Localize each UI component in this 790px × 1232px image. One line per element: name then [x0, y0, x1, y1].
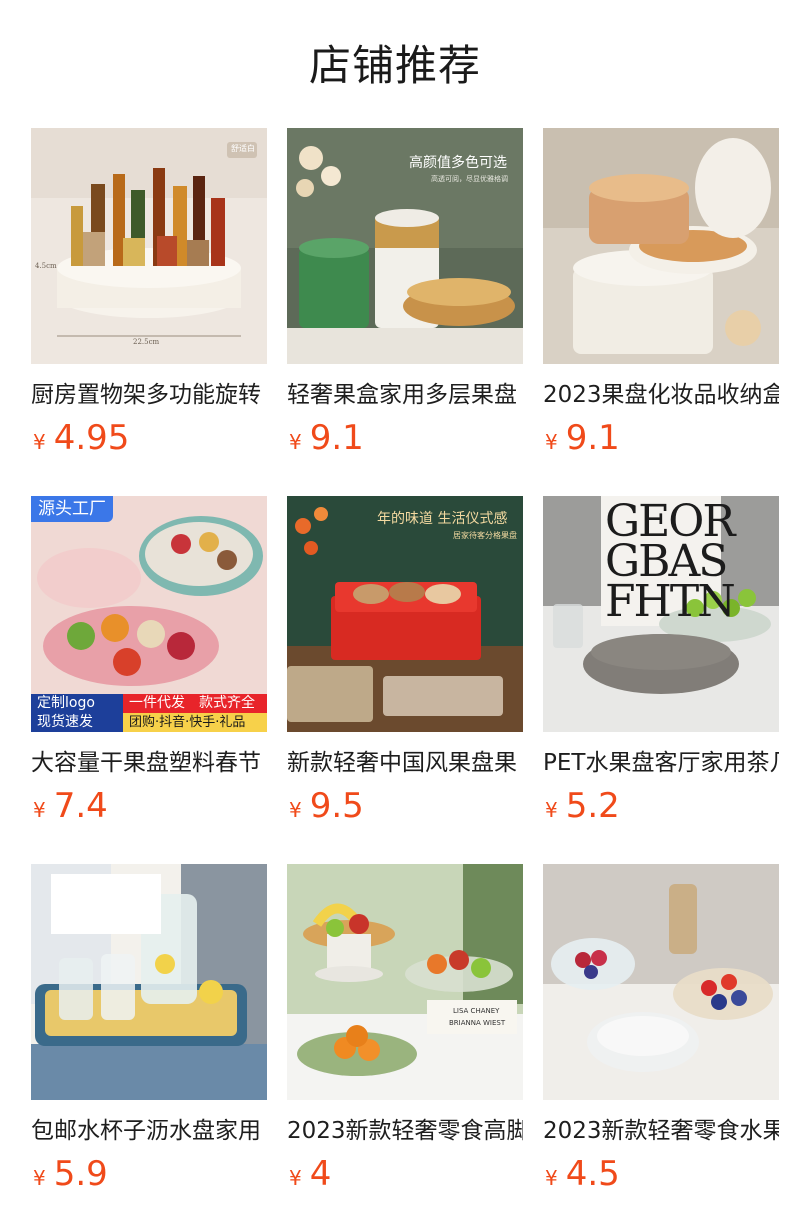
price-value: 4 [309, 1154, 332, 1194]
product-price: ¥4.95 [33, 418, 129, 458]
currency-symbol: ¥ [289, 1166, 302, 1190]
product-name[interactable]: 轻奢果盒家用多层果盘 [287, 378, 523, 414]
price-value: 5.2 [565, 786, 620, 826]
product-price: ¥7.4 [33, 786, 108, 826]
product-card[interactable]: 2023果盘化妆品收纳盒 ¥9.1 [543, 128, 779, 468]
product-price: ¥9.5 [289, 786, 364, 826]
price-value: 9.5 [309, 786, 364, 826]
product-name[interactable]: 厨房置物架多功能旋转 [31, 378, 267, 414]
promo-text: 现货速发 [37, 714, 93, 730]
currency-symbol: ¥ [33, 798, 46, 822]
book-title: LISA CHANEY [453, 1007, 500, 1015]
product-image[interactable]: GEOR GBAS FHTN [543, 496, 779, 732]
currency-symbol: ¥ [545, 1166, 558, 1190]
factory-badge: 源头工厂 [31, 496, 113, 522]
poster-art: GEOR GBAS FHTN [605, 500, 736, 627]
image-label: 舒适白 [231, 144, 255, 153]
product-image[interactable] [31, 864, 267, 1100]
page-title: 店铺推荐 [308, 41, 481, 90]
currency-symbol: ¥ [33, 430, 46, 454]
promo-strip: 定制logo 现货速发 一件代发 款式齐全 团购·抖音·快手·礼品 [31, 694, 267, 732]
price-value: 4.95 [53, 418, 130, 458]
product-image[interactable] [543, 864, 779, 1100]
product-name[interactable]: PET水果盘客厅家用茶几 [543, 746, 779, 782]
product-price: ¥4 [289, 1154, 331, 1194]
product-name[interactable]: 2023果盘化妆品收纳盒 [543, 378, 779, 414]
currency-symbol: ¥ [289, 798, 302, 822]
promo-text: 一件代发 [129, 695, 185, 711]
product-name[interactable]: 2023新款轻奢零食高脚 [287, 1114, 523, 1150]
product-name[interactable]: 新款轻奢中国风果盘果 [287, 746, 523, 782]
product-card[interactable]: 高颜值多色可选 高透可阅，尽显优雅格调 轻奢果盒家用多层果盘 ¥9.1 [287, 128, 523, 468]
promo-text: 定制logo [37, 695, 95, 711]
product-price: ¥4.5 [545, 1154, 620, 1194]
product-card[interactable]: 舒适白 22.5cm 4.5cm 厨房置物架多功能旋转 ¥4.95 [31, 128, 267, 468]
product-card[interactable]: 源头工厂 定制logo 现货速发 一件代发 款式齐全 团购·抖音·快手·礼品 大… [31, 496, 267, 836]
book-title: BRIANNA WIEST [449, 1019, 506, 1027]
product-image[interactable]: 舒适白 22.5cm 4.5cm [31, 128, 267, 364]
price-value: 7.4 [53, 786, 108, 826]
product-name[interactable]: 2023新款轻奢零食水果 [543, 1114, 779, 1150]
image-headline: 年的味道 生活仪式感 [377, 511, 508, 527]
price-value: 4.5 [565, 1154, 620, 1194]
currency-symbol: ¥ [545, 430, 558, 454]
price-value: 5.9 [53, 1154, 108, 1194]
product-image[interactable]: 源头工厂 定制logo 现货速发 一件代发 款式齐全 团购·抖音·快手·礼品 [31, 496, 267, 732]
product-name[interactable]: 大容量干果盘塑料春节 [31, 746, 267, 782]
currency-symbol: ¥ [33, 1166, 46, 1190]
image-headline: 高颜值多色可选 [409, 155, 507, 171]
image-subline: 居家待客分格果盘 [453, 531, 517, 540]
product-price: ¥5.9 [33, 1154, 108, 1194]
price-value: 9.1 [565, 418, 620, 458]
product-card[interactable]: LISA CHANEY BRIANNA WIEST 2023新款轻奢零食高脚 ¥… [287, 864, 523, 1204]
image-subline: 高透可阅，尽显优雅格调 [431, 175, 508, 183]
product-name[interactable]: 包邮水杯子沥水盘家用 [31, 1114, 267, 1150]
image-dimension-label: 22.5cm [133, 338, 160, 346]
product-card[interactable]: 包邮水杯子沥水盘家用 ¥5.9 [31, 864, 267, 1204]
product-price: ¥9.1 [545, 418, 620, 458]
product-image[interactable]: LISA CHANEY BRIANNA WIEST [287, 864, 523, 1100]
product-image[interactable]: 高颜值多色可选 高透可阅，尽显优雅格调 [287, 128, 523, 364]
image-dimension-label: 4.5cm [35, 262, 57, 270]
currency-symbol: ¥ [289, 430, 302, 454]
product-image[interactable] [543, 128, 779, 364]
product-price: ¥9.1 [289, 418, 364, 458]
poster-line: FHTN [605, 576, 736, 627]
product-card[interactable]: 年的味道 生活仪式感 居家待客分格果盘 新款轻奢中国风果盘果 ¥9.5 [287, 496, 523, 836]
product-price: ¥5.2 [545, 786, 620, 826]
promo-text: 团购·抖音·快手·礼品 [129, 715, 246, 730]
currency-symbol: ¥ [545, 798, 558, 822]
product-image[interactable]: 年的味道 生活仪式感 居家待客分格果盘 [287, 496, 523, 732]
product-card[interactable]: GEOR GBAS FHTN PET水果盘客厅家用茶几 ¥5.2 [543, 496, 779, 836]
promo-text: 款式齐全 [199, 695, 255, 711]
price-value: 9.1 [309, 418, 364, 458]
product-card[interactable]: 2023新款轻奢零食水果 ¥4.5 [543, 864, 779, 1204]
